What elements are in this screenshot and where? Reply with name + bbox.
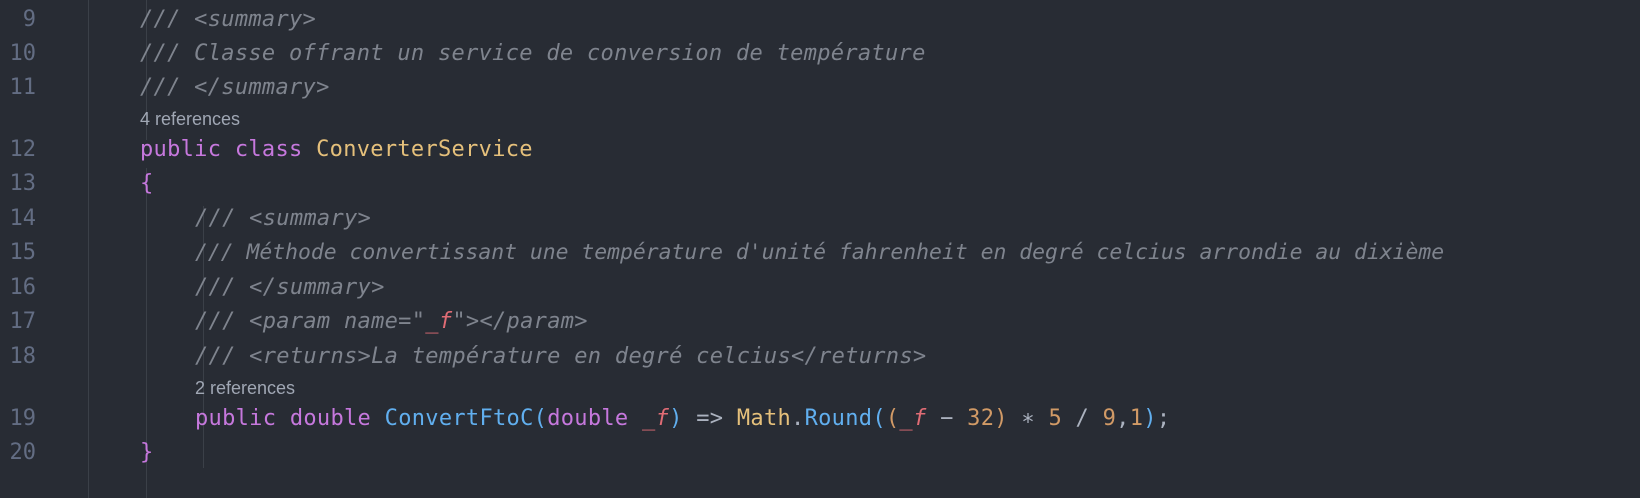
comma: , bbox=[1116, 406, 1130, 431]
variable: _f bbox=[899, 406, 927, 431]
method-name: ConvertFtoC bbox=[384, 406, 534, 431]
code-line: 17 /// <param name="_f"></param> bbox=[0, 304, 1640, 340]
line-number: 18 bbox=[9, 344, 37, 369]
lambda-arrow: => bbox=[696, 406, 724, 431]
code-line: 12 public class ConverterService bbox=[0, 132, 1640, 168]
code-text[interactable]: /// </summary> bbox=[195, 270, 385, 306]
line-number: 12 bbox=[9, 137, 37, 162]
keyword-public: public bbox=[195, 406, 277, 431]
codelens-method-references[interactable]: 2 references bbox=[195, 375, 295, 401]
semicolon: ; bbox=[1156, 406, 1171, 431]
code-text[interactable]: public class ConverterService bbox=[140, 132, 533, 168]
line-number: 17 bbox=[9, 309, 37, 334]
class-math: Math bbox=[736, 406, 792, 431]
code-text[interactable]: /// </summary> bbox=[140, 70, 330, 106]
paren: ) bbox=[1143, 406, 1157, 431]
operator-minus: − bbox=[940, 406, 954, 431]
param-doc-open: /// <param name=" bbox=[195, 309, 426, 334]
paren: ( bbox=[872, 406, 886, 431]
code-line: 15 /// Méthode convertissant une tempéra… bbox=[0, 235, 1640, 271]
paren: ) bbox=[669, 406, 683, 431]
operator-divide: / bbox=[1075, 406, 1090, 431]
number: 9 bbox=[1102, 406, 1117, 431]
code-text[interactable]: /// <summary> bbox=[195, 201, 371, 237]
keyword-public: public bbox=[140, 137, 222, 162]
line-number: 15 bbox=[9, 240, 37, 265]
line-number: 20 bbox=[9, 440, 37, 465]
code-text[interactable]: /// <summary> bbox=[140, 2, 316, 38]
number: 32 bbox=[967, 406, 995, 431]
keyword-class: class bbox=[234, 137, 303, 162]
code-line: 16 /// </summary> bbox=[0, 270, 1640, 306]
operator-multiply: ∗ bbox=[1021, 406, 1035, 431]
code-line: 13 { bbox=[0, 166, 1640, 202]
codelens-class-references[interactable]: 4 references bbox=[140, 106, 240, 132]
number: 1 bbox=[1129, 406, 1144, 431]
code-line: 18 /// <returns>La température en degré … bbox=[0, 339, 1640, 375]
paren: ( bbox=[885, 406, 900, 431]
code-line: 14 /// <summary> bbox=[0, 201, 1640, 237]
code-text[interactable]: /// Classe offrant un service de convers… bbox=[140, 36, 926, 72]
param-type: double bbox=[547, 406, 629, 431]
line-number: 19 bbox=[9, 406, 37, 431]
code-text[interactable]: /// <returns>La température en degré cel… bbox=[195, 339, 926, 375]
code-text[interactable]: public double ConvertFtoC(double _f) => … bbox=[195, 401, 1170, 437]
line-number: 14 bbox=[9, 206, 37, 231]
number: 5 bbox=[1048, 406, 1062, 431]
param-name: _f bbox=[642, 406, 670, 431]
open-brace[interactable]: { bbox=[140, 166, 154, 202]
code-line: 19 public double ConvertFtoC(double _f) … bbox=[0, 401, 1640, 437]
param-doc-name: _f bbox=[425, 309, 453, 334]
line-number: 10 bbox=[9, 41, 37, 66]
code-line: 10 /// Classe offrant un service de conv… bbox=[0, 36, 1640, 72]
line-number: 13 bbox=[9, 171, 37, 196]
class-name: ConverterService bbox=[316, 137, 533, 162]
code-text[interactable]: /// Méthode convertissant une températur… bbox=[195, 235, 1444, 271]
keyword-double: double bbox=[289, 406, 372, 431]
code-editor[interactable]: 9 /// <summary> 10 /// Classe offrant un… bbox=[0, 0, 1640, 498]
method-round: Round bbox=[804, 406, 873, 431]
dot: . bbox=[791, 406, 805, 431]
paren: ( bbox=[533, 406, 548, 431]
code-line: 9 /// <summary> bbox=[0, 2, 1640, 38]
code-text[interactable]: /// <param name="_f"></param> bbox=[195, 304, 588, 340]
line-number: 16 bbox=[9, 275, 37, 300]
code-line: 20 } bbox=[0, 435, 1640, 471]
line-number: 11 bbox=[9, 75, 37, 100]
param-doc-close: "></param> bbox=[452, 309, 588, 334]
code-line: 11 /// </summary> bbox=[0, 70, 1640, 106]
close-brace[interactable]: } bbox=[140, 435, 154, 471]
line-number: 9 bbox=[22, 7, 36, 32]
paren: ) bbox=[994, 406, 1008, 431]
